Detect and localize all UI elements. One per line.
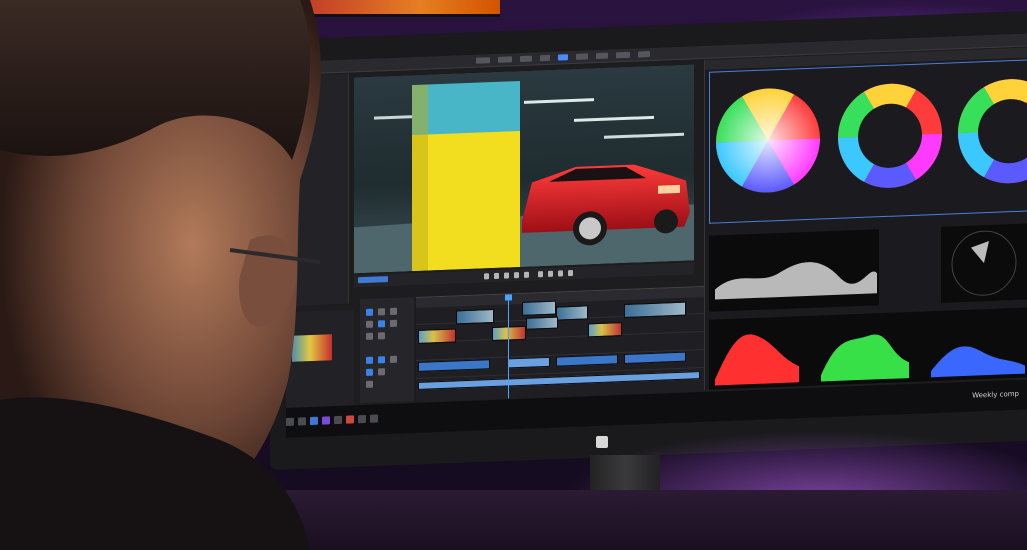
overwrite-button[interactable] [548,270,553,277]
system-tray-text: Weekly comp [972,389,1019,400]
pillar-yellow [412,131,520,272]
video-clip[interactable] [588,322,622,338]
track-toggle[interactable] [390,355,397,364]
timeline-panel[interactable] [416,285,716,403]
track-toggle[interactable] [366,356,373,364]
workspace-tab[interactable] [498,56,512,63]
track-toggle[interactable] [378,356,385,364]
track-toggle[interactable] [366,380,373,388]
play-button[interactable] [504,272,509,279]
pillar-shadow [412,84,428,272]
midtones-wheel [838,83,942,188]
color-wheels-section [709,59,1027,224]
track-divider [416,330,716,344]
razor-tool[interactable] [366,320,373,328]
audio-clip[interactable] [508,356,550,369]
app-icon[interactable] [370,414,378,423]
lumetri-scopes [709,217,1027,390]
settings-button[interactable] [568,269,573,277]
audio-clip[interactable] [418,359,490,372]
video-frame [354,64,694,274]
program-monitor [354,64,694,274]
photo-scene: Weekly comp [0,0,1027,550]
step-back-button[interactable] [484,273,489,280]
hand-tool[interactable] [366,332,373,340]
track-select-tool[interactable] [378,308,385,316]
person-silhouette [0,0,321,550]
ripple-tool[interactable] [390,307,397,316]
workspace-tab[interactable] [520,55,532,63]
workspace-tab[interactable] [596,52,608,60]
shadows-wheel [716,88,820,193]
timecode-display [358,276,388,284]
export-frame-button[interactable] [558,270,563,277]
selection-tool[interactable] [366,308,373,316]
rewind-button[interactable] [494,272,499,280]
playhead[interactable] [508,294,509,399]
car-taillight [658,184,680,194]
audio-clip[interactable] [418,371,700,390]
pen-tool[interactable] [390,319,397,328]
video-clip[interactable] [556,305,588,321]
workspace-tab[interactable] [476,57,490,64]
workspace-tab[interactable] [638,51,650,58]
color-wheels [716,79,1027,193]
track-toggle[interactable] [378,368,385,376]
video-clip[interactable] [522,300,556,316]
video-clip[interactable] [418,328,456,344]
audio-clip[interactable] [624,351,686,365]
video-clip[interactable] [624,301,686,319]
video-clip[interactable] [492,325,526,342]
slip-tool[interactable] [378,320,385,328]
tools-panel [360,297,414,404]
insert-button[interactable] [538,271,543,278]
forward-button[interactable] [514,272,519,279]
highlights-wheel [958,79,1027,184]
workspace-tab[interactable] [576,53,588,60]
video-clip[interactable] [456,309,494,325]
type-tool[interactable] [378,332,385,340]
monitor-screen: Weekly comp [286,33,1027,438]
audio-clip[interactable] [556,354,618,367]
lumetri-color-panel [704,47,1027,390]
scopes-display [709,223,1027,390]
step-forward-button[interactable] [524,271,529,278]
workspace-tab[interactable] [540,54,550,62]
video-clip[interactable] [526,316,558,330]
workspace-tab-color[interactable] [558,54,568,61]
workspace-tab[interactable] [616,51,630,59]
track-toggle[interactable] [366,368,373,376]
